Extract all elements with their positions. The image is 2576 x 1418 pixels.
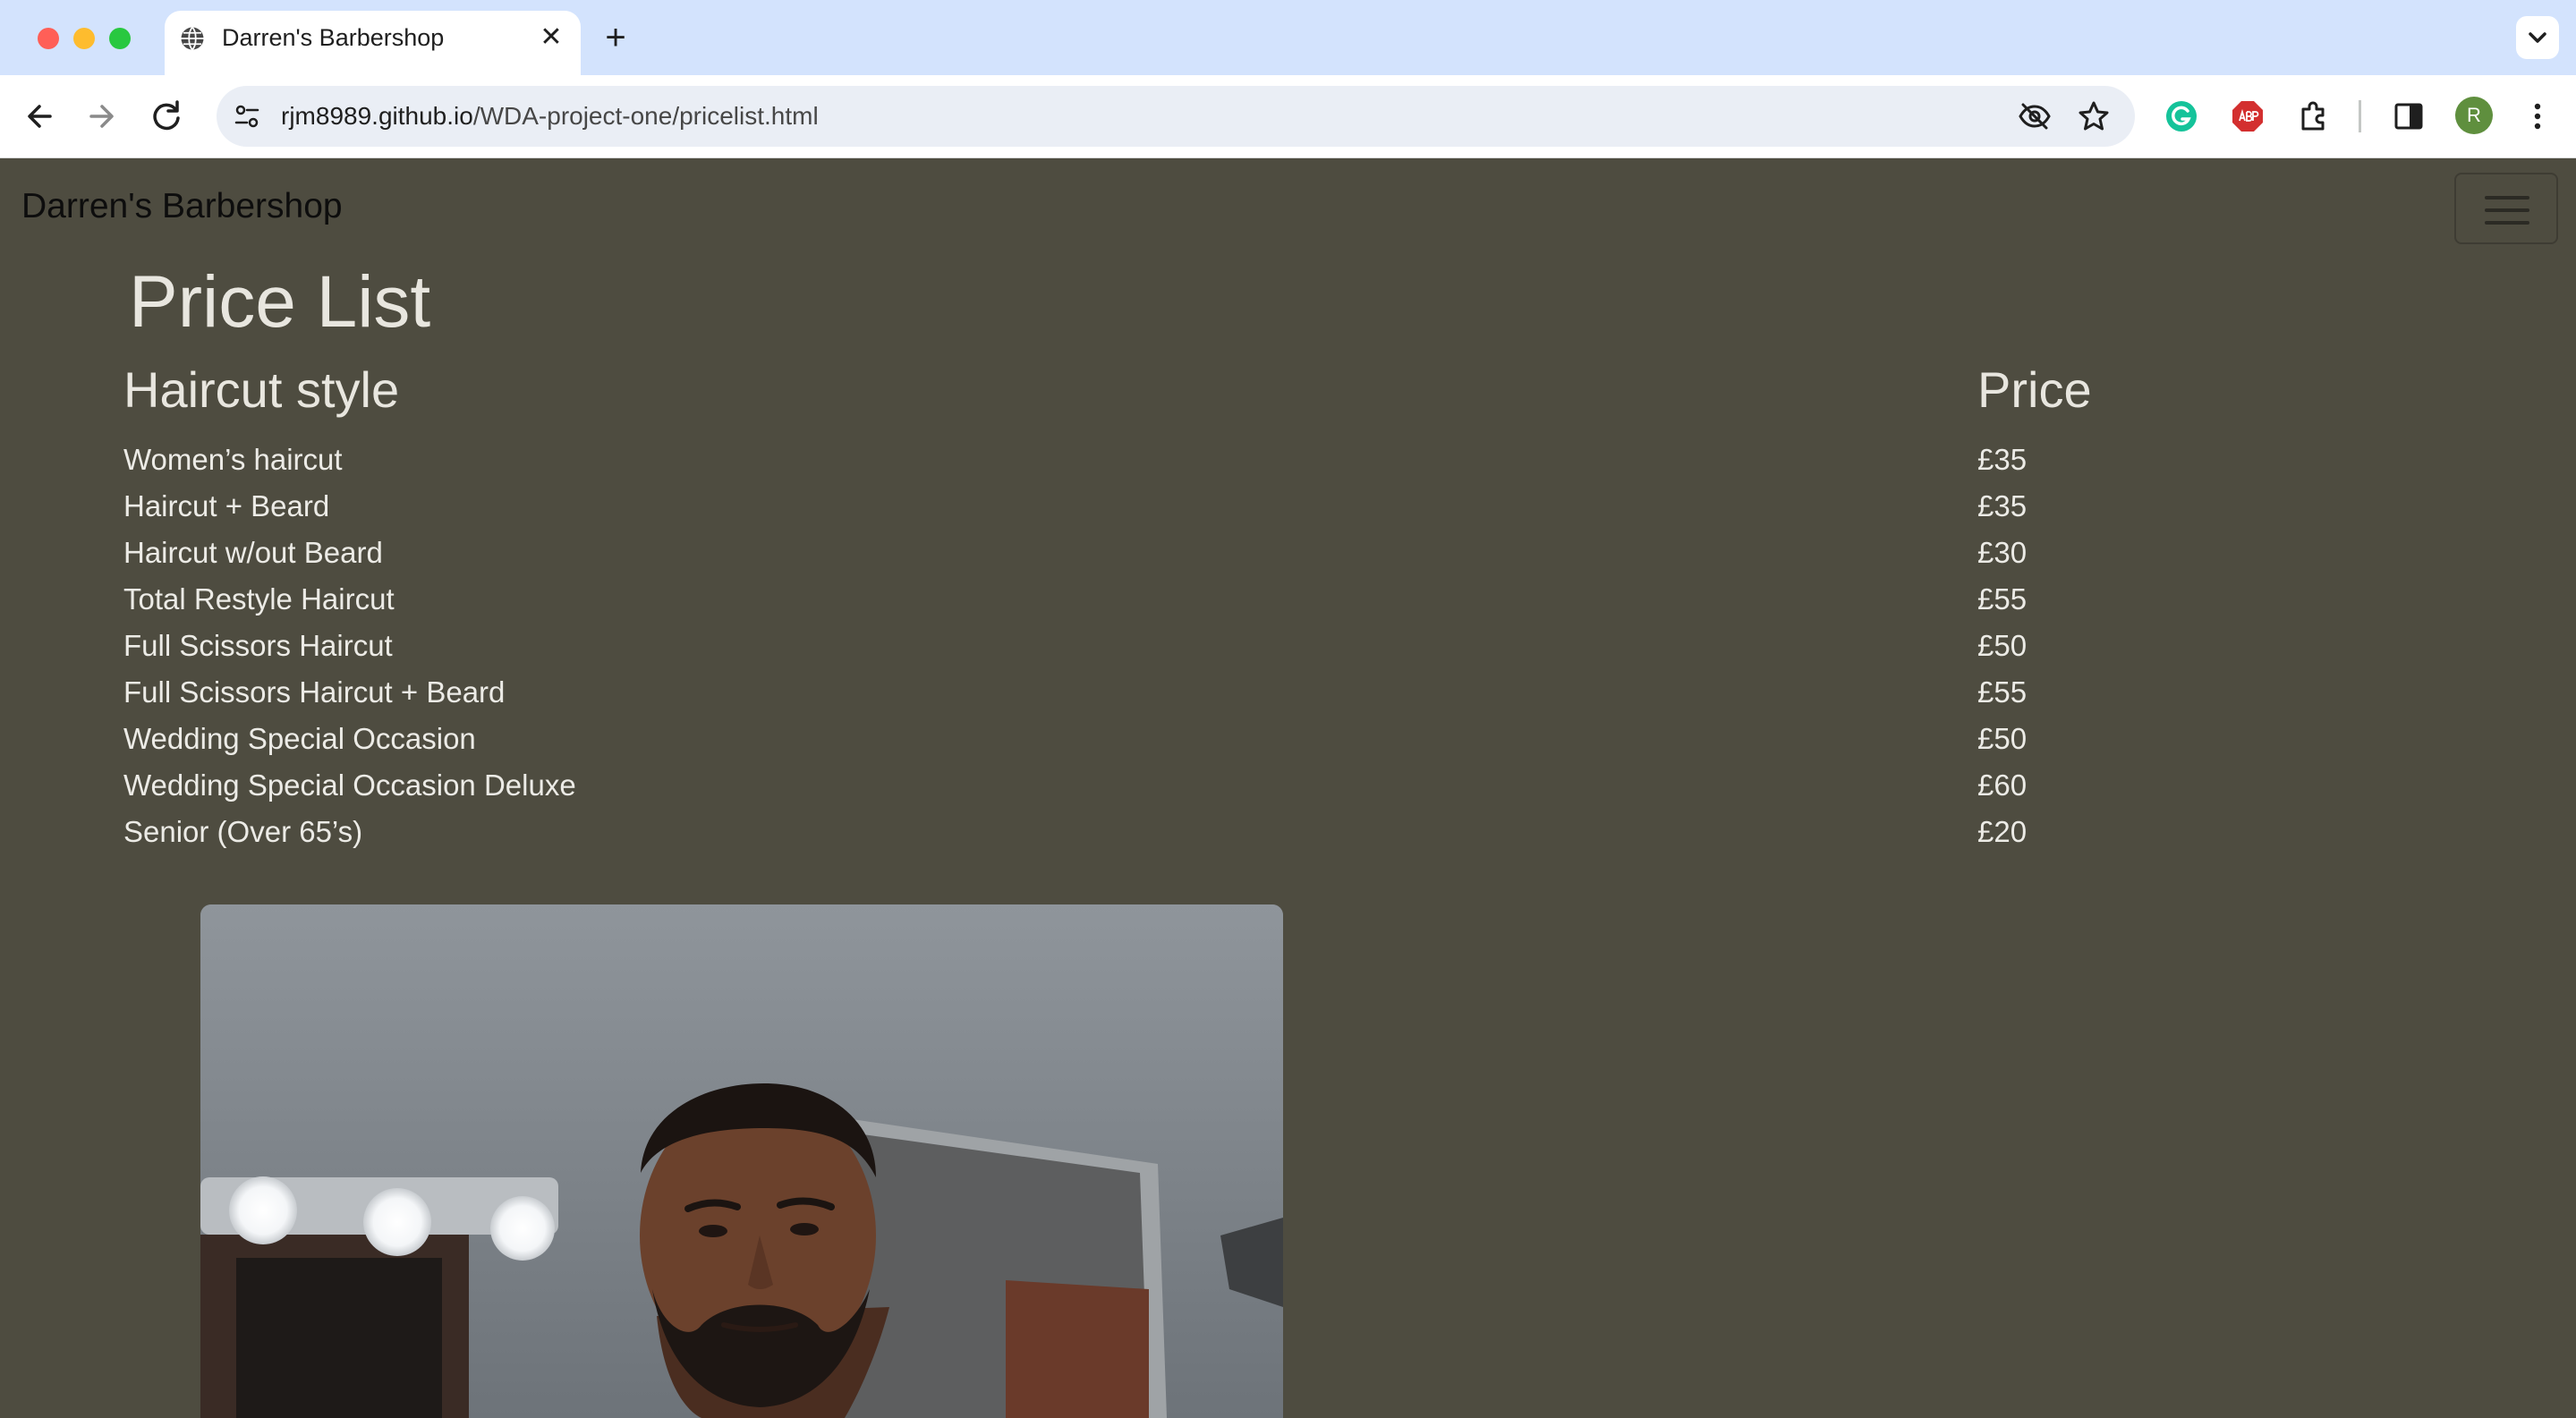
extensions-icon[interactable] <box>2294 97 2334 136</box>
hamburger-line <box>2485 208 2529 212</box>
table-row: Wedding Special Occasion Deluxe £60 <box>0 762 2576 809</box>
window-close-button[interactable] <box>38 28 59 49</box>
haircut-style-cell: Total Restyle Haircut <box>123 582 395 616</box>
globe-icon <box>181 26 204 51</box>
profile-avatar[interactable]: R <box>2455 97 2493 134</box>
forward-icon[interactable] <box>81 95 123 138</box>
side-panel-icon[interactable] <box>2389 97 2428 136</box>
site-info-icon[interactable] <box>229 98 265 134</box>
hamburger-line <box>2485 196 2529 200</box>
table-row: Senior (Over 65’s) £20 <box>0 809 2576 855</box>
price-cell: £55 <box>1977 675 2028 709</box>
tab-title: Darren's Barbershop <box>222 24 445 51</box>
window-minimize-button[interactable] <box>73 28 95 49</box>
table-row: Haircut + Beard £35 <box>0 483 2576 530</box>
table-row: Full Scissors Haircut £50 <box>0 623 2576 669</box>
table-row: Haircut w/out Beard £30 <box>0 530 2576 576</box>
navbar-brand[interactable]: Darren's Barbershop <box>21 185 343 228</box>
price-cell: £50 <box>1977 629 2028 662</box>
haircut-style-cell: Haircut + Beard <box>123 489 330 522</box>
barber-portrait-image <box>200 904 1283 1418</box>
navbar-toggle-button[interactable] <box>2454 173 2558 244</box>
more-menu-icon[interactable] <box>2518 97 2557 136</box>
table-row: Full Scissors Haircut + Beard £55 <box>0 669 2576 716</box>
url-text: rjm8989.github.io/WDA-project-one/pricel… <box>281 100 819 132</box>
table-row: Women’s haircut £35 <box>0 437 2576 483</box>
column-header-style: Haircut style <box>123 361 400 418</box>
haircut-style-cell: Senior (Over 65’s) <box>123 815 363 848</box>
url-path: /WDA-project-one/pricelist.html <box>472 102 819 130</box>
haircut-style-cell: Wedding Special Occasion <box>123 722 476 755</box>
back-icon[interactable] <box>18 95 61 138</box>
new-tab-button[interactable]: + <box>599 20 632 55</box>
price-cell: £20 <box>1977 815 2028 848</box>
haircut-style-cell: Women’s haircut <box>123 443 343 476</box>
price-cell: £60 <box>1977 768 2028 802</box>
page-title: Price List <box>129 261 431 343</box>
haircut-style-cell: Wedding Special Occasion Deluxe <box>123 768 576 802</box>
table-row: Total Restyle Haircut £55 <box>0 576 2576 623</box>
haircut-style-cell: Full Scissors Haircut + Beard <box>123 675 506 709</box>
price-cell: £30 <box>1977 536 2028 569</box>
column-header-price: Price <box>1977 361 2092 418</box>
haircut-style-cell: Haircut w/out Beard <box>123 536 383 569</box>
star-icon[interactable] <box>2074 97 2113 136</box>
window-zoom-button[interactable] <box>109 28 131 49</box>
close-tab-icon[interactable]: ✕ <box>537 21 565 54</box>
hamburger-line <box>2485 221 2529 225</box>
price-cell: £50 <box>1977 722 2028 755</box>
table-row: Wedding Special Occasion £50 <box>0 716 2576 762</box>
chevron-down-icon <box>2529 32 2546 43</box>
adblock-icon[interactable] <box>2228 97 2267 136</box>
eye-off-icon[interactable] <box>2015 97 2054 136</box>
price-cell: £55 <box>1977 582 2028 616</box>
tab-search-button[interactable] <box>2516 16 2559 59</box>
toolbar-separator <box>2359 100 2361 132</box>
price-cell: £35 <box>1977 489 2028 522</box>
haircut-style-cell: Full Scissors Haircut <box>123 629 393 662</box>
url-domain: rjm8989.github.io <box>281 102 473 130</box>
price-cell: £35 <box>1977 443 2028 476</box>
barber-photo <box>200 904 1283 1418</box>
grammarly-icon[interactable] <box>2162 97 2201 136</box>
reload-icon[interactable] <box>145 95 188 138</box>
